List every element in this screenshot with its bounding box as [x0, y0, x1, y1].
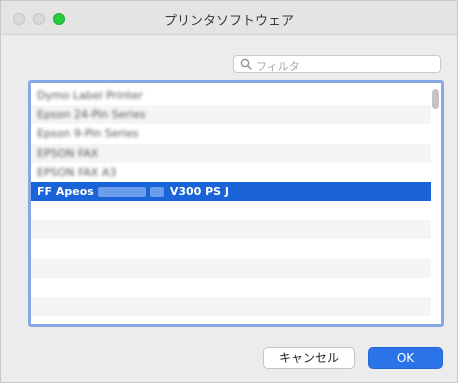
redacted-text: [149, 187, 164, 197]
list-item-label-prefix: FF Apeos: [37, 185, 94, 198]
empty-list-row: [31, 278, 431, 297]
list-item-label: Epson 9-Pin Series: [37, 127, 139, 141]
vertical-scrollbar[interactable]: [431, 85, 440, 321]
list-item-selected[interactable]: FF Apeos V300 PS J: [31, 182, 431, 201]
list-item[interactable]: EPSON FAX A3: [31, 163, 431, 182]
filter-search-field[interactable]: フィルタ: [233, 55, 441, 73]
cancel-button[interactable]: キャンセル: [263, 347, 355, 369]
printer-software-dialog: プリンタソフトウェア フィルタ Dymo Label Printer Epson …: [0, 0, 458, 383]
list-item-label: EPSON FAX A3: [37, 165, 117, 179]
list-item[interactable]: Epson 24-Pin Series: [31, 105, 431, 125]
empty-list-row: [31, 240, 431, 259]
search-icon: [240, 58, 252, 70]
filter-placeholder: フィルタ: [256, 60, 300, 73]
empty-list-row: [31, 220, 431, 240]
list-rows: Dymo Label Printer Epson 24-Pin Series Eps…: [31, 83, 441, 324]
list-item-label: Epson 24-Pin Series: [37, 108, 146, 122]
empty-list-row: [31, 297, 431, 317]
list-item[interactable]: EPSON FAX: [31, 143, 431, 163]
title-bar: プリンタソフトウェア: [1, 1, 457, 35]
list-item-label: Dymo Label Printer: [37, 89, 143, 102]
list-item-label: EPSON FAX: [37, 146, 99, 160]
empty-list-row: [31, 258, 431, 278]
ok-button[interactable]: OK: [368, 347, 443, 369]
empty-list-row: [31, 201, 431, 220]
list-item[interactable]: Epson 9-Pin Series: [31, 124, 431, 143]
redacted-text: [97, 187, 146, 197]
list-item[interactable]: Dymo Label Printer: [31, 86, 431, 105]
printer-software-list[interactable]: Dymo Label Printer Epson 24-Pin Series Eps…: [28, 80, 444, 327]
scrollbar-thumb[interactable]: [432, 89, 439, 109]
list-item-label-suffix: V300 PS J: [169, 185, 230, 198]
window-title: プリンタソフトウェア: [163, 14, 294, 29]
